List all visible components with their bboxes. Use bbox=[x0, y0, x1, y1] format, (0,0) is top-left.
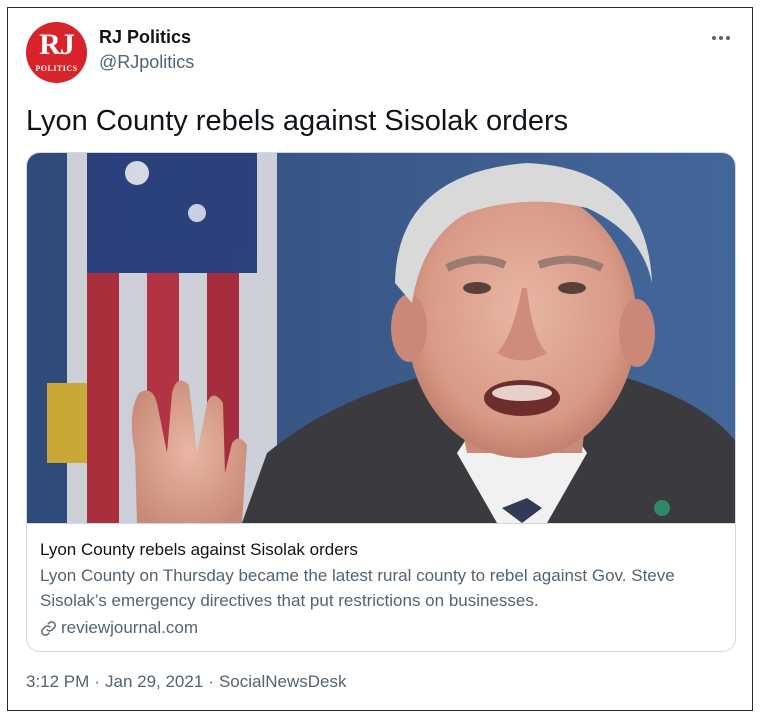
link-icon bbox=[41, 620, 56, 636]
card-domain-text: reviewjournal.com bbox=[61, 618, 198, 637]
card-description: Lyon County on Thursday became the lates… bbox=[40, 566, 675, 610]
link-preview-card[interactable]: Lyon County rebels against Sisolak order… bbox=[26, 152, 736, 652]
card-title[interactable]: Lyon County rebels against Sisolak order… bbox=[40, 538, 724, 562]
account-name[interactable]: RJ Politics bbox=[99, 27, 191, 48]
avatar-logo-subtext: POLITICS bbox=[35, 64, 78, 73]
tweet-source[interactable]: SocialNewsDesk bbox=[219, 672, 347, 692]
tweet-meta: 3:12 PM · Jan 29, 2021 · SocialNewsDesk bbox=[26, 672, 347, 692]
card-image[interactable] bbox=[27, 153, 735, 523]
account-handle[interactable]: @RJpolitics bbox=[99, 52, 194, 73]
tweet-time[interactable]: 3:12 PM bbox=[26, 672, 89, 692]
card-domain[interactable]: reviewjournal.com bbox=[40, 616, 724, 640]
tweet-date[interactable]: Jan 29, 2021 bbox=[105, 672, 203, 692]
meta-separator: · bbox=[208, 672, 214, 691]
more-dot bbox=[719, 36, 723, 40]
card-body[interactable]: Lyon County rebels against Sisolak order… bbox=[27, 523, 735, 651]
tweet-text: Lyon County rebels against Sisolak order… bbox=[26, 105, 569, 137]
avatar[interactable]: RJ POLITICS bbox=[26, 22, 87, 83]
speaker-photo bbox=[27, 153, 735, 523]
meta-separator: · bbox=[94, 672, 100, 691]
tweet-card: RJ POLITICS RJ Politics @RJpolitics Lyon… bbox=[7, 7, 753, 711]
more-options-icon[interactable] bbox=[708, 28, 734, 48]
avatar-logo-letters: RJ bbox=[39, 28, 75, 61]
more-dot bbox=[726, 36, 730, 40]
more-dot bbox=[712, 36, 716, 40]
